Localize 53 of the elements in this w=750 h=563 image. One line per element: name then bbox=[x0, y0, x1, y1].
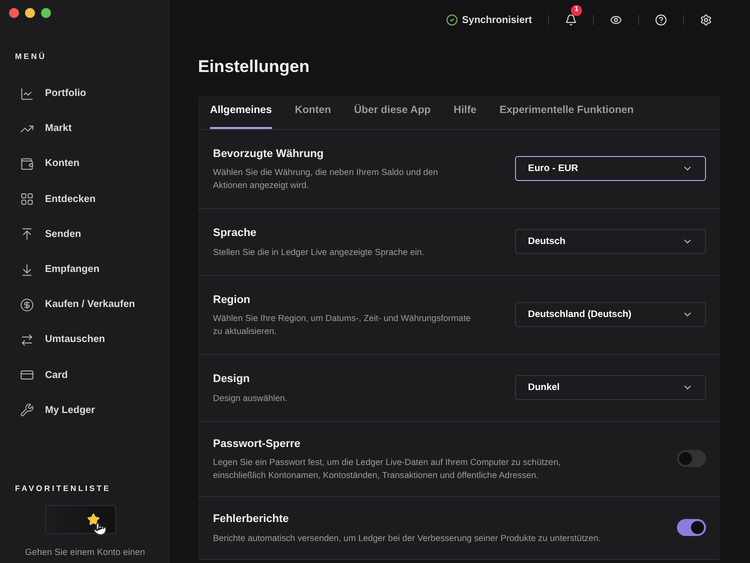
setting-title: Passwort-Sperre bbox=[213, 436, 302, 452]
help-icon[interactable] bbox=[655, 14, 667, 26]
eye-icon[interactable] bbox=[610, 14, 622, 26]
toggle-switch[interactable] bbox=[677, 450, 706, 468]
sidebar-item[interactable]: Portfolio bbox=[0, 76, 170, 112]
tab[interactable]: Über diese App bbox=[354, 96, 431, 128]
favorites-heading: FAVORITENLISTE bbox=[15, 482, 112, 494]
sync-status: Synchronisiert bbox=[462, 14, 532, 28]
page-title: Einstellungen bbox=[198, 56, 310, 78]
dropdown-select[interactable]: Euro - EUR bbox=[515, 156, 706, 182]
dropdown-select[interactable]: Deutsch bbox=[515, 229, 706, 254]
sidebar-item[interactable]: Card bbox=[0, 358, 170, 393]
sidebar-item[interactable]: Senden bbox=[0, 216, 170, 252]
sidebar-item[interactable]: Markt bbox=[0, 111, 170, 146]
favorites-hint: Gehen Sie einem Konto einen bbox=[24, 546, 146, 558]
setting-description: Berichte automatisch versenden, um Ledger bei der Verbesserung seiner Produkte zu unterstützen. bbox=[213, 532, 602, 544]
toggle-switch[interactable] bbox=[677, 519, 706, 536]
chart-line-icon bbox=[20, 86, 34, 101]
setting-description: Design auswählen. bbox=[213, 392, 288, 404]
setting-title: Sprache bbox=[213, 226, 258, 241]
setting-description: Wählen Sie die Währung, die neben Ihrem Saldo und den Aktionen angezeigt wird. bbox=[213, 166, 439, 192]
dollar-coin-icon bbox=[20, 298, 34, 312]
wallet-icon bbox=[20, 156, 34, 171]
tab[interactable]: Hilfe bbox=[454, 96, 476, 128]
sidebar-item[interactable]: My Ledger bbox=[0, 392, 170, 428]
tab[interactable]: Konten bbox=[294, 96, 332, 128]
setting-title: Region bbox=[213, 292, 252, 308]
sidebar-item[interactable]: Konten bbox=[0, 146, 170, 182]
star-icon bbox=[87, 512, 100, 526]
menu-heading: MENÜ bbox=[15, 51, 48, 63]
setting-title: Design bbox=[213, 372, 251, 387]
tools-icon bbox=[20, 403, 34, 418]
upload-arrow-icon bbox=[20, 227, 34, 242]
grid-icon bbox=[20, 192, 34, 206]
setting-description: Legen Sie ein Passwort fest, um die Ledger Live-Daten auf Ihrem Computer zu schützen, einschließlich Kontonamen, Kontoständen, Transaktionen und öffentliche Adressen. bbox=[213, 456, 562, 482]
download-arrow-icon bbox=[20, 262, 34, 277]
setting-title: Bevorzugte Währung bbox=[213, 146, 325, 162]
swap-arrows-icon bbox=[20, 332, 34, 347]
setting-title: Fehlerberichte bbox=[213, 512, 290, 527]
card-icon bbox=[20, 368, 34, 382]
tab[interactable]: Experimentelle Funktionen bbox=[499, 96, 634, 128]
dropdown-select[interactable]: Dunkel bbox=[515, 375, 706, 400]
setting-description: Wählen Sie Ihre Region, um Datums-, Zeit- und Währungsformate zu aktualisieren. bbox=[213, 312, 472, 338]
settings-icon[interactable] bbox=[700, 14, 712, 26]
sidebar-item[interactable]: Kaufen / Verkaufen bbox=[0, 287, 170, 322]
dropdown-select[interactable]: Deutschland (Deutsch) bbox=[515, 302, 706, 328]
tab[interactable]: Allgemeines bbox=[210, 96, 272, 128]
sidebar-item[interactable]: Entdecken bbox=[0, 182, 170, 217]
setting-description: Stellen Sie die in Ledger Live angezeigte Sprache ein. bbox=[213, 246, 426, 258]
sidebar-item[interactable]: Umtauschen bbox=[0, 322, 170, 358]
check-circle-icon bbox=[446, 14, 458, 26]
notification-bell-icon[interactable] bbox=[565, 14, 577, 26]
sidebar-item[interactable]: Empfangen bbox=[0, 252, 170, 288]
